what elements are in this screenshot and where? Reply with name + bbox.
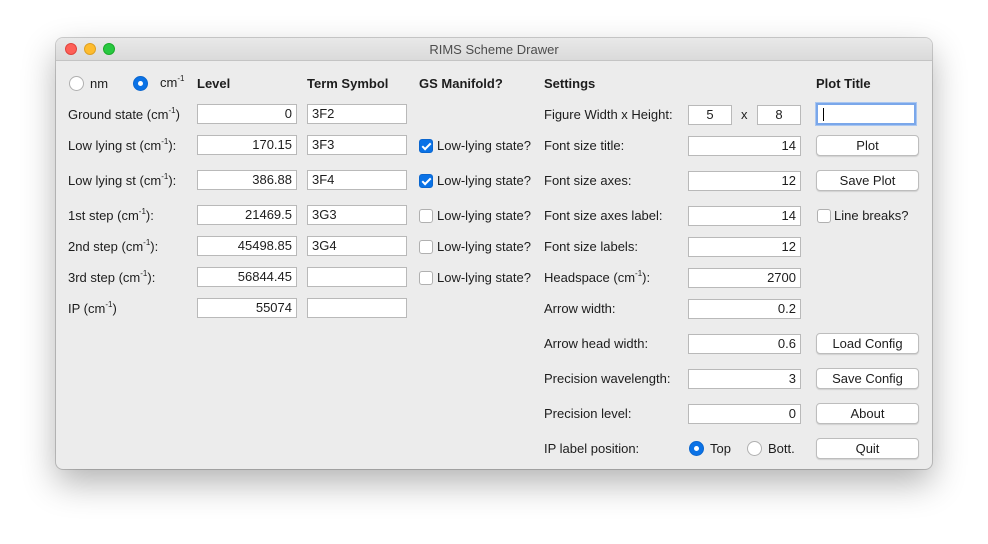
low-lying-2-term-input[interactable]: 3F4 <box>307 170 407 190</box>
ip-level-input[interactable]: 55074 <box>197 298 297 318</box>
figure-width-input[interactable]: 5 <box>688 105 732 125</box>
unit-nm-radio[interactable] <box>69 76 84 91</box>
unit-nm-label: nm <box>90 76 109 91</box>
low-lying-1-checkbox-label: Low-lying state? <box>437 138 531 153</box>
third-step-checkbox[interactable] <box>419 271 433 285</box>
quit-button[interactable]: Quit <box>816 438 919 459</box>
font-size-labels-input[interactable]: 12 <box>688 237 801 257</box>
low-lying-2-level-input[interactable]: 386.88 <box>197 170 297 190</box>
about-button[interactable]: About <box>816 403 919 424</box>
first-step-level-input[interactable]: 21469.5 <box>197 205 297 225</box>
precision-wavelength-label: Precision wavelength: <box>544 371 671 386</box>
text-caret <box>823 108 824 122</box>
ip-position-top-radio[interactable] <box>689 441 704 456</box>
figure-size-label: Figure Width x Height: <box>544 107 673 122</box>
third-step-level-input[interactable]: 56844.45 <box>197 267 297 287</box>
precision-level-label: Precision level: <box>544 406 632 421</box>
first-step-label: 1st step (cm-1): <box>68 206 154 223</box>
first-step-checkbox-label: Low-lying state? <box>437 208 531 223</box>
level-header: Level <box>197 76 231 91</box>
headspace-label: Headspace (cm-1): <box>544 268 651 285</box>
unit-cm-label: cm-1 <box>160 73 185 90</box>
plot-button[interactable]: Plot <box>816 135 919 156</box>
save-config-button[interactable]: Save Config <box>816 368 919 389</box>
low-lying-2-label: Low lying st (cm-1): <box>68 171 177 188</box>
third-step-checkbox-label: Low-lying state? <box>437 270 531 285</box>
second-step-level-input[interactable]: 45498.85 <box>197 236 297 256</box>
arrow-head-width-label: Arrow head width: <box>544 336 649 351</box>
first-step-checkbox[interactable] <box>419 209 433 223</box>
title-bar: RIMS Scheme Drawer <box>56 38 932 61</box>
arrow-head-width-input[interactable]: 0.6 <box>688 334 801 354</box>
plot-title-header: Plot Title <box>816 76 871 91</box>
ip-label-position-label: IP label position: <box>544 441 640 456</box>
font-size-axes-label: Font size axes: <box>544 173 632 188</box>
third-step-term-input[interactable] <box>307 267 407 287</box>
low-lying-2-checkbox-label: Low-lying state? <box>437 173 531 188</box>
second-step-checkbox-label: Low-lying state? <box>437 239 531 254</box>
ground-state-label: Ground state (cm-1) <box>68 105 180 122</box>
font-size-title-input[interactable]: 14 <box>688 136 801 156</box>
figure-size-x-label: x <box>741 107 748 122</box>
ground-state-term-input[interactable]: 3F2 <box>307 104 407 124</box>
load-config-button[interactable]: Load Config <box>816 333 919 354</box>
low-lying-1-level-input[interactable]: 170.15 <box>197 135 297 155</box>
second-step-term-input[interactable]: 3G4 <box>307 236 407 256</box>
app-window: RIMS Scheme Drawer nm cm-1 Level Term Sy… <box>56 38 932 469</box>
ip-label: IP (cm-1) <box>68 299 117 316</box>
arrow-width-label: Arrow width: <box>544 301 616 316</box>
precision-wavelength-input[interactable]: 3 <box>688 369 801 389</box>
font-size-axes-label-label: Font size axes label: <box>544 208 663 223</box>
term-symbol-header: Term Symbol <box>307 76 389 91</box>
figure-height-input[interactable]: 8 <box>757 105 801 125</box>
ip-position-top-label: Top <box>710 441 731 456</box>
font-size-axes-input[interactable]: 12 <box>688 171 801 191</box>
ip-position-bott-label: Bott. <box>768 441 795 456</box>
save-plot-button[interactable]: Save Plot <box>816 170 919 191</box>
font-size-title-label: Font size title: <box>544 138 625 153</box>
font-size-axes-label-input[interactable]: 14 <box>688 206 801 226</box>
second-step-checkbox[interactable] <box>419 240 433 254</box>
arrow-width-input[interactable]: 0.2 <box>688 299 801 319</box>
ground-state-level-input[interactable]: 0 <box>197 104 297 124</box>
precision-level-input[interactable]: 0 <box>688 404 801 424</box>
plot-title-input[interactable] <box>816 103 916 125</box>
ip-position-bott-radio[interactable] <box>747 441 762 456</box>
low-lying-1-checkbox[interactable] <box>419 139 433 153</box>
window-title: RIMS Scheme Drawer <box>429 42 559 57</box>
low-lying-1-term-input[interactable]: 3F3 <box>307 135 407 155</box>
settings-header: Settings <box>544 76 596 91</box>
second-step-label: 2nd step (cm-1): <box>68 237 159 254</box>
low-lying-2-checkbox[interactable] <box>419 174 433 188</box>
gs-manifold-header: GS Manifold? <box>419 76 503 91</box>
headspace-input[interactable]: 2700 <box>688 268 801 288</box>
line-breaks-checkbox[interactable] <box>817 209 831 223</box>
third-step-label: 3rd step (cm-1): <box>68 268 156 285</box>
unit-cm-radio[interactable] <box>133 76 148 91</box>
ip-term-input[interactable] <box>307 298 407 318</box>
first-step-term-input[interactable]: 3G3 <box>307 205 407 225</box>
line-breaks-label: Line breaks? <box>834 208 909 223</box>
font-size-labels-label: Font size labels: <box>544 239 638 254</box>
low-lying-1-label: Low lying st (cm-1): <box>68 136 177 153</box>
